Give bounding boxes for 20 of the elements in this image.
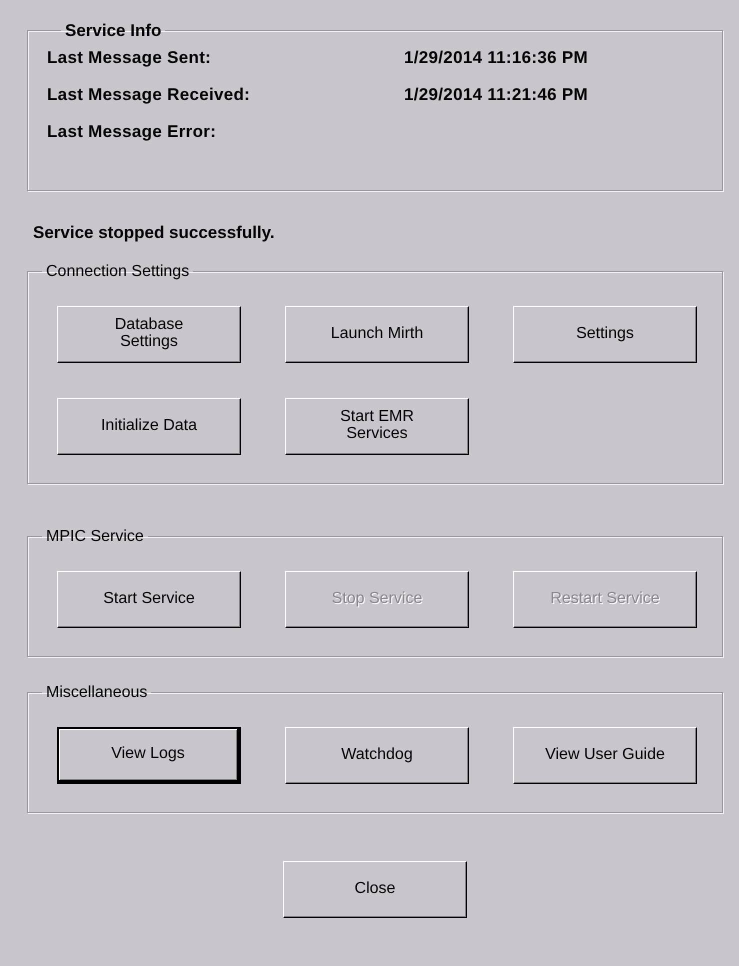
field-label: Last Message Sent:	[47, 46, 212, 69]
field-value: 1/29/2014 11:21:46 PM	[404, 84, 589, 106]
close-button[interactable]: Close	[283, 860, 467, 918]
action-button[interactable]: View User Guide	[513, 726, 697, 784]
action-button[interactable]: Start EMR Services	[285, 398, 469, 454]
group-title: Miscellaneous	[45, 684, 148, 700]
group-title: Connection Settings	[45, 264, 190, 280]
action-button[interactable]: Database Settings	[57, 306, 241, 362]
action-button[interactable]: View Logs	[57, 726, 241, 784]
field-label: Last Message Received:	[47, 84, 252, 106]
field-value: 1/29/2014 11:16:36 PM	[404, 46, 589, 69]
action-button[interactable]: Initialize Data	[57, 398, 241, 454]
action-button[interactable]: Launch Mirth	[285, 306, 469, 362]
group-title: Service Info	[64, 22, 162, 39]
action-button[interactable]: Settings	[513, 306, 697, 362]
status-message: Service stopped successfully.	[33, 222, 276, 244]
group-title: MPIC Service	[45, 528, 145, 544]
action-button[interactable]: Start Service	[57, 570, 241, 628]
field-label: Last Message Error:	[47, 120, 218, 143]
action-button[interactable]: Watchdog	[285, 726, 469, 784]
